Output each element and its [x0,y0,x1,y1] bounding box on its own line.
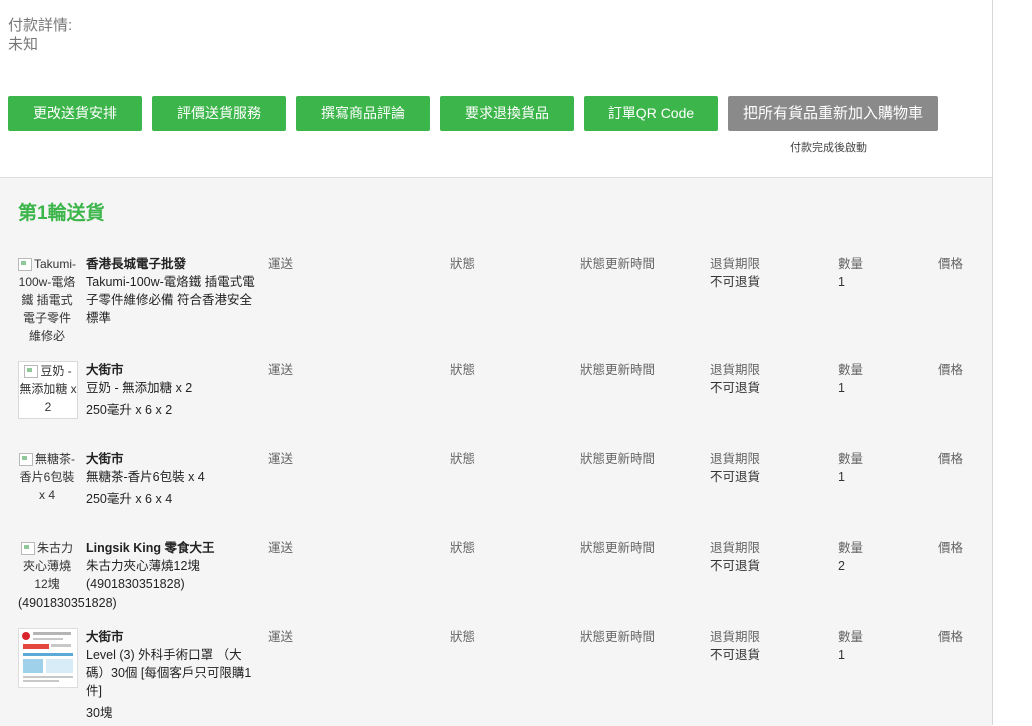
product-info: 大街市 無糖茶-香片6包裝 x 4 250毫升 x 6 x 4 [86,450,260,508]
product-image-broken[interactable]: 無糖茶-香片6包裝 x 4 [18,450,76,510]
product-name[interactable]: 朱古力夾心薄燒12塊 (4901830351828) [86,557,260,593]
quantity-header: 數量 [838,363,864,377]
product-image-broken[interactable]: 豆奶 - 無添加糖 x 2 [18,361,78,419]
price-header: 價格 [938,452,964,466]
return-deadline: 退貨期限 不可退貨 [710,628,760,664]
product-info: 香港長城電子批發 Takumi-100w-電烙鐵 插電式電子零件維修必備 符合香… [86,255,260,327]
return-deadline-header: 退貨期限 [710,541,761,555]
quantity-header: 數量 [838,541,864,555]
shipping-header: 運送 [268,452,294,466]
write-review-button[interactable]: 撰寫商品評論 [296,96,430,131]
shipping-header: 運送 [268,363,294,377]
broken-image-icon [19,453,33,467]
status-header: 狀態 [450,363,476,377]
return-deadline-value: 不可退貨 [710,559,761,573]
product-name[interactable]: 無糖茶-香片6包裝 x 4 [86,468,260,486]
product-spec: 30塊 [86,706,113,720]
quantity-value: 1 [838,275,845,289]
quantity-value: 1 [838,470,845,484]
product-info: Lingsik King 零食大王 朱古力夾心薄燒12塊 (4901830351… [86,539,260,593]
shop-name[interactable]: 香港長城電子批發 [86,255,260,273]
quantity: 數量 1 [838,628,863,664]
quantity-header: 數量 [838,452,864,466]
quantity-value: 2 [838,559,845,573]
quantity: 數量 1 [838,450,863,486]
return-deadline-header: 退貨期限 [710,363,761,377]
broken-image-icon [24,365,39,379]
product-image-broken[interactable]: Takumi-100w-電烙鐵 插電式 電子零件維修必 [18,255,76,357]
return-deadline-header: 退貨期限 [710,630,761,644]
status-time-header: 狀態更新時間 [580,541,656,555]
quantity: 數量 1 [838,255,863,291]
return-deadline-value: 不可退貨 [710,275,761,289]
shop-name[interactable]: 大街市 [86,450,260,468]
status-time-header: 狀態更新時間 [580,452,656,466]
shipping-header: 運送 [268,257,294,271]
status-time-header: 狀態更新時間 [580,630,656,644]
status-time-header: 狀態更新時間 [580,363,656,377]
return-deadline: 退貨期限 不可退貨 [710,361,760,397]
return-deadline-value: 不可退貨 [710,470,761,484]
return-deadline: 退貨期限 不可退貨 [710,539,760,575]
rate-delivery-button[interactable]: 評價送貨服務 [152,96,286,131]
delivery-panel: 第1輪送貨 Takumi-100w-電烙鐵 插電式 電子零件維修必 香港長城電子… [0,177,992,726]
product-image[interactable] [18,628,78,688]
shop-name[interactable]: Lingsik King 零食大王 [86,539,260,557]
quantity: 數量 2 [838,539,863,575]
status-header: 狀態 [450,257,476,271]
request-return-button[interactable]: 要求退換貨品 [440,96,574,131]
shop-name[interactable]: 大街市 [86,361,260,379]
re-add-to-cart-button[interactable]: 把所有貨品重新加入購物車 [728,96,938,131]
price-header: 價格 [938,257,964,271]
status-header: 狀態 [450,541,476,555]
product-name[interactable]: Level (3) 外科手術口罩 （大碼）30個 [每個客戶只可限購1件] [86,646,260,700]
product-name[interactable]: 豆奶 - 無添加糖 x 2 [86,379,260,397]
shipping-header: 運送 [268,541,294,555]
price-header: 價格 [938,630,964,644]
content-right-border [992,0,993,725]
mask-product-thumbnail [19,629,77,687]
quantity-header: 數量 [838,257,864,271]
status-header: 狀態 [450,630,476,644]
delivery-round-title: 第1輪送貨 [18,203,105,224]
quantity-value: 1 [838,381,845,395]
product-image-alt-overflow: (4901830351828) [18,596,117,610]
order-qr-code-button[interactable]: 訂單QR Code [584,96,718,131]
product-spec: 250毫升 x 6 x 2 [86,403,173,417]
status-time-header: 狀態更新時間 [580,257,656,271]
product-spec: 250毫升 x 6 x 4 [86,492,173,506]
broken-image-icon [18,258,32,272]
status-header: 狀態 [450,452,476,466]
return-deadline-header: 退貨期限 [710,452,761,466]
return-deadline-header: 退貨期限 [710,257,761,271]
product-info: 大街市 Level (3) 外科手術口罩 （大碼）30個 [每個客戶只可限購1件… [86,628,260,722]
shipping-header: 運送 [268,630,294,644]
return-deadline-value: 不可退貨 [710,648,761,662]
quantity-value: 1 [838,648,845,662]
quantity: 數量 1 [838,361,863,397]
re-add-note: 付款完成後啟動 [790,142,867,154]
change-delivery-button[interactable]: 更改送貨安排 [8,96,142,131]
return-deadline: 退貨期限 不可退貨 [710,450,760,486]
return-deadline: 退貨期限 不可退貨 [710,255,760,291]
payment-label: 付款詳情: [8,17,73,34]
price-header: 價格 [938,541,964,555]
broken-image-icon [20,542,35,556]
quantity-header: 數量 [838,630,864,644]
price-header: 價格 [938,363,964,377]
product-info: 大街市 豆奶 - 無添加糖 x 2 250毫升 x 6 x 2 [86,361,260,419]
payment-detail: 付款詳情: 未知 [8,16,72,54]
shop-name[interactable]: 大街市 [86,628,260,646]
product-image-broken[interactable]: 朱古力夾心薄燒12塊 [18,539,76,593]
payment-value: 未知 [8,36,39,53]
product-name[interactable]: Takumi-100w-電烙鐵 插電式電子零件維修必備 符合香港安全標準 [86,273,260,327]
return-deadline-value: 不可退貨 [710,381,761,395]
